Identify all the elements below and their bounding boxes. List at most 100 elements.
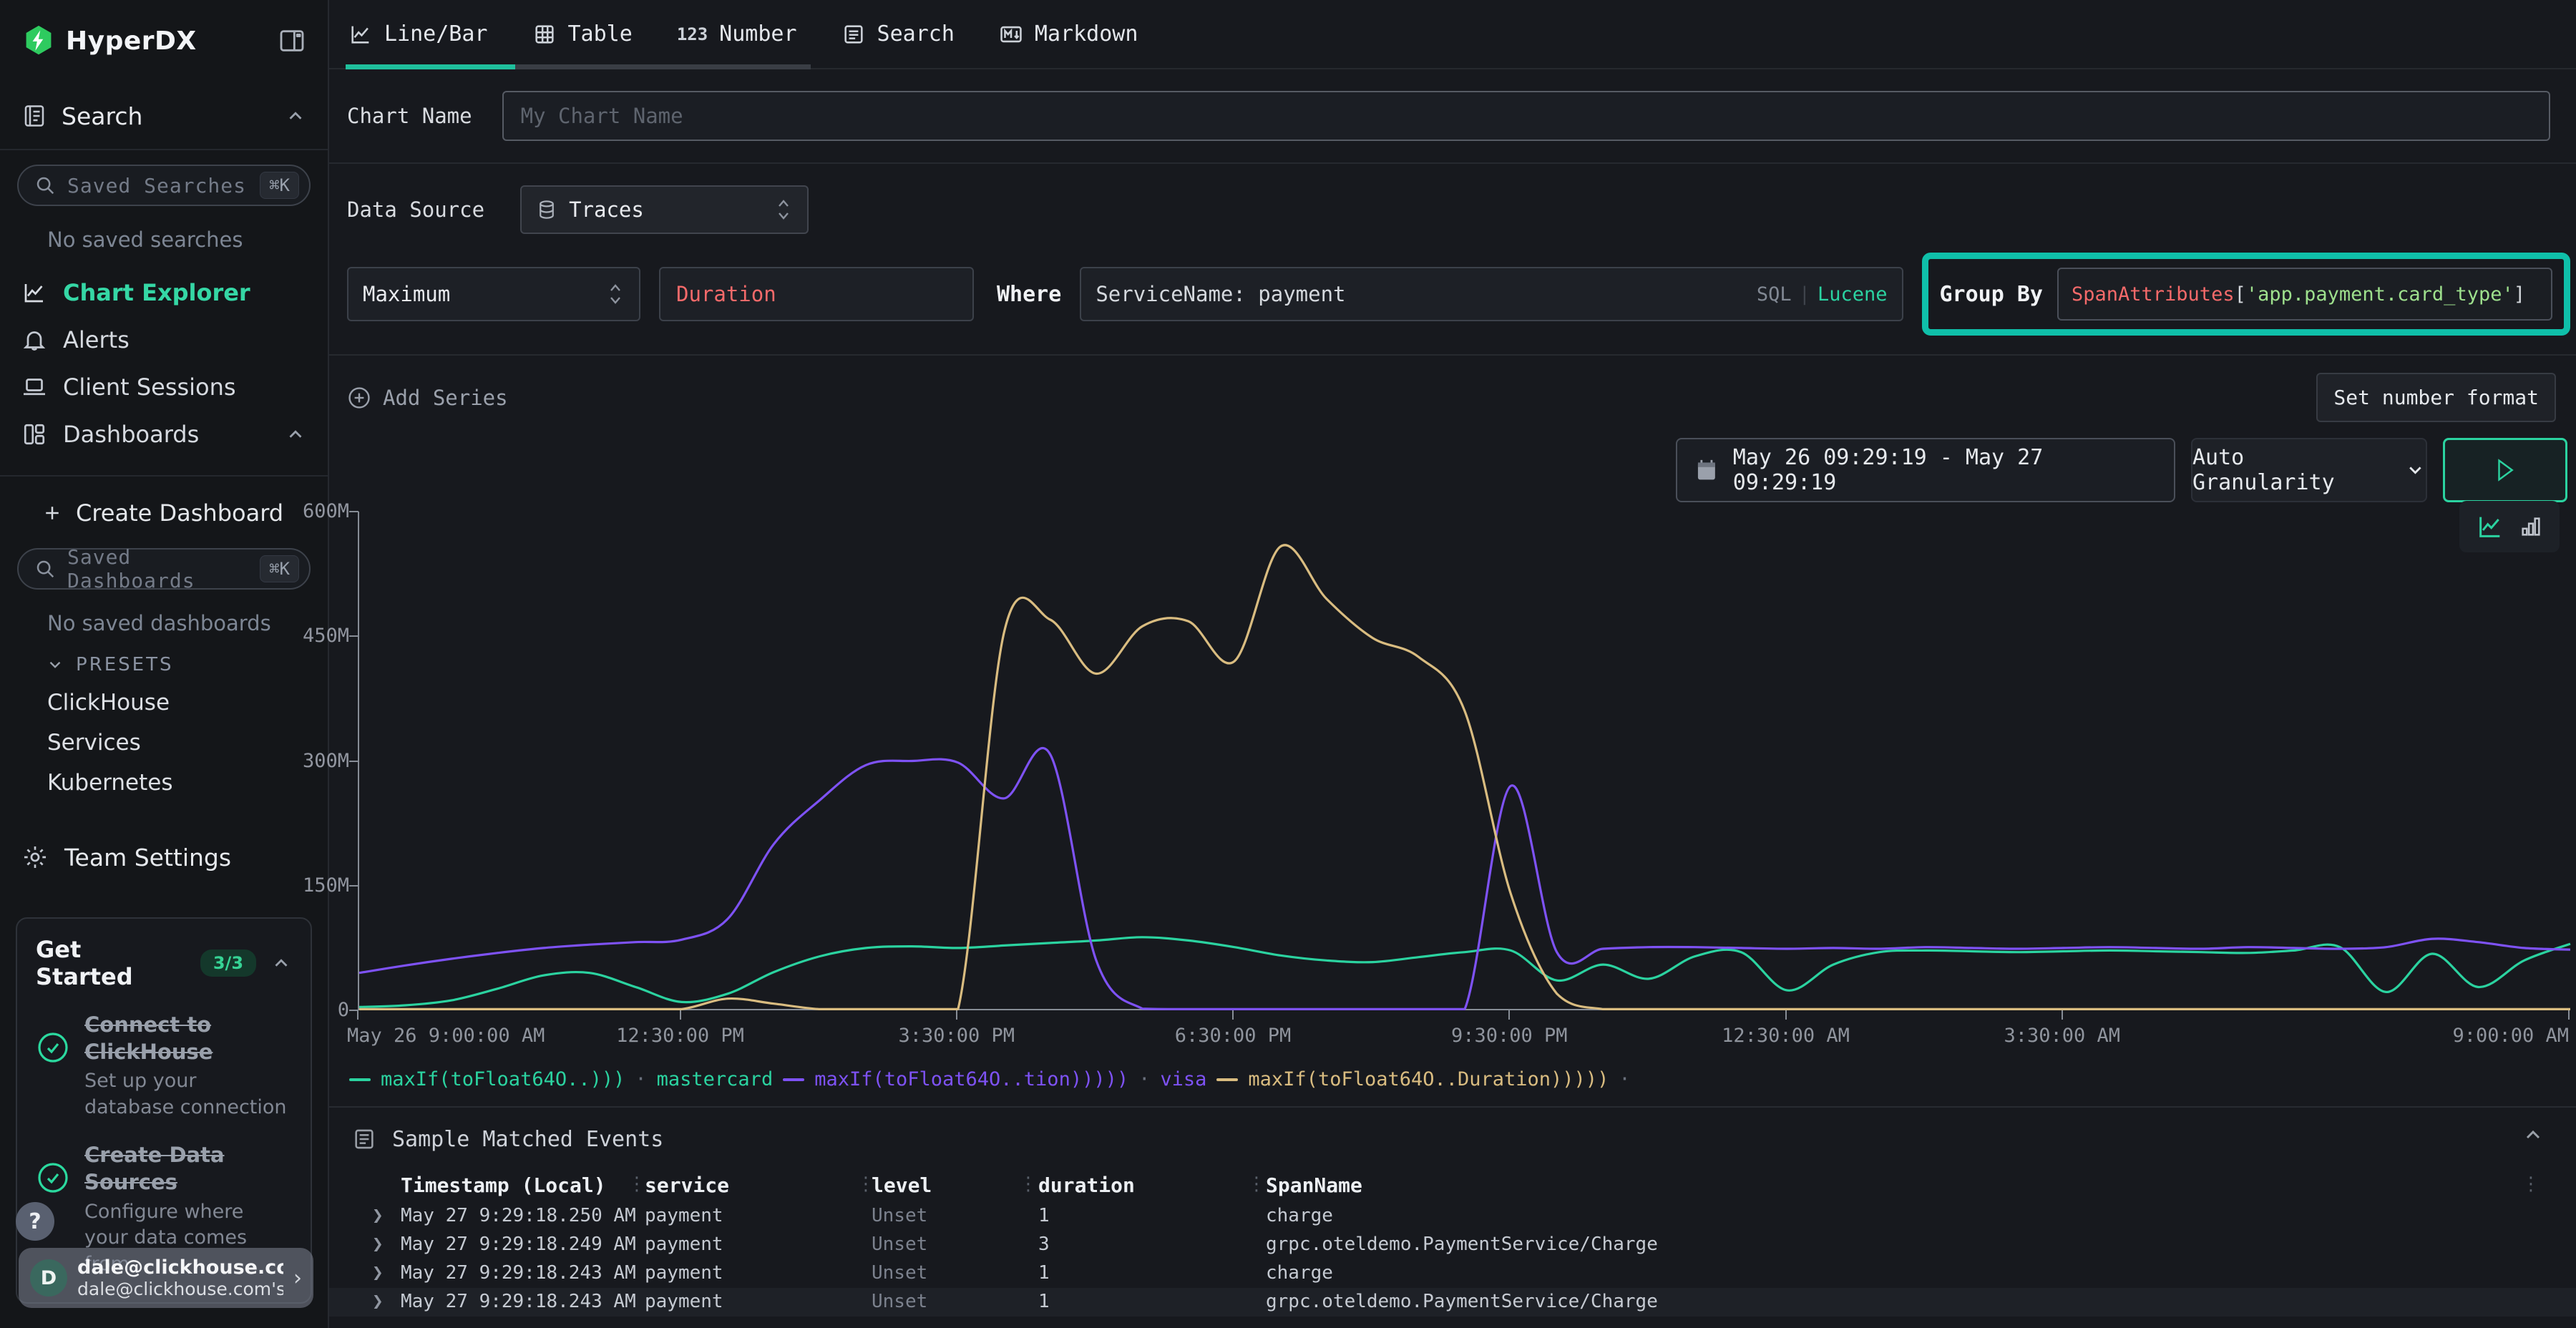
search-icon (34, 558, 56, 580)
tab-search[interactable]: Search (841, 21, 955, 47)
active-tab-indicator (346, 64, 515, 69)
checklist-item-connect[interactable]: Connect to ClickHouse Set up your databa… (36, 1012, 292, 1120)
group-by-input[interactable]: SpanAttributes['app.payment.card_type'] (2057, 268, 2552, 321)
column-resize-handle[interactable]: ⋮ (1247, 1173, 1266, 1195)
database-icon (536, 199, 557, 220)
granularity-select[interactable]: Auto Granularity (2191, 438, 2427, 502)
cell-service: payment (645, 1291, 723, 1312)
checklist-item-title: Connect to ClickHouse (84, 1012, 292, 1065)
x-axis-label: 9:00:00 AM (2452, 1025, 2569, 1047)
x-axis-tick (357, 1010, 358, 1020)
y-axis-label: 600M (263, 500, 349, 522)
x-axis-label: 12:30:00 PM (616, 1025, 744, 1047)
chevron-up-icon (285, 105, 306, 127)
legend-series-name: visa (1160, 1068, 1206, 1090)
group-by-function: SpanAttributes (2072, 283, 2235, 306)
sidebar-collapse-icon[interactable] (278, 26, 306, 55)
expand-row-icon[interactable]: ❯ (372, 1205, 384, 1226)
event-row[interactable]: ❯May 27 9:29:18.250 AMpaymentUnset1charg… (329, 1202, 2576, 1231)
sql-toggle[interactable]: SQL (1757, 283, 1792, 306)
sidebar-item-alerts[interactable]: Alerts (0, 316, 328, 363)
column-header-timestamp-local-[interactable]: Timestamp (Local) (401, 1173, 606, 1197)
hyperdx-logo-icon[interactable] (23, 24, 54, 57)
event-row[interactable]: ❯May 27 9:29:18.243 AMpaymentUnset1grpc.… (329, 1288, 2576, 1317)
expand-row-icon[interactable]: ❯ (372, 1234, 384, 1255)
divider (329, 354, 2576, 356)
preset-clickhouse[interactable]: ClickHouse (47, 690, 328, 716)
calendar-icon (1694, 458, 1719, 482)
shortcut-badge: ⌘K (260, 555, 299, 582)
set-number-format-button[interactable]: Set number format (2316, 373, 2556, 422)
y-axis-label: 450M (263, 625, 349, 647)
select-chevrons-icon (774, 197, 793, 222)
lucene-toggle[interactable]: Lucene (1818, 283, 1888, 306)
x-axis-tick (680, 1010, 681, 1020)
chart-name-label: Chart Name (347, 104, 472, 128)
preset-kubernetes[interactable]: Kubernetes (47, 770, 328, 796)
table-options-icon[interactable]: ⋮ (2522, 1173, 2540, 1195)
saved-dashboards-input[interactable]: Saved Dashboards ⌘K (17, 548, 311, 590)
help-button[interactable]: ? (16, 1202, 54, 1241)
saved-searches-placeholder: Saved Searches (67, 174, 248, 197)
main-content: Line/Bar Table 123 Number Search Markdow… (329, 0, 2576, 1328)
cell-span-name: grpc.oteldemo.PaymentService/Charge (1266, 1291, 1658, 1312)
add-series-button[interactable]: Add Series (347, 386, 508, 410)
date-range-picker[interactable]: May 26 09:29:19 - May 27 09:29:19 (1676, 438, 2175, 502)
where-input[interactable]: ServiceName: payment SQL|Lucene (1080, 267, 1903, 321)
saved-searches-input[interactable]: Saved Searches ⌘K (17, 165, 311, 206)
presets-header[interactable]: PRESETS (46, 654, 328, 675)
presets-label: PRESETS (76, 654, 174, 675)
field-input[interactable]: Duration (659, 267, 974, 321)
sidebar-item-client-sessions[interactable]: Client Sessions (0, 363, 328, 411)
bar-style-icon[interactable] (2519, 514, 2543, 539)
data-source-select[interactable]: Traces (520, 185, 809, 234)
cell-level: Unset (872, 1262, 927, 1284)
cell-timestamp: May 27 9:29:18.243 AM (401, 1262, 636, 1284)
line-style-icon[interactable] (2476, 512, 2504, 541)
shortcut-badge: ⌘K (260, 172, 299, 199)
x-axis-tick (1232, 1010, 1234, 1020)
event-row[interactable]: ❯May 27 9:29:18.249 AMpaymentUnset3grpc.… (329, 1231, 2576, 1259)
run-query-button[interactable] (2443, 438, 2567, 502)
sidebar-section-search[interactable]: Search (0, 100, 328, 132)
x-axis-label: 3:30:00 AM (2004, 1025, 2120, 1047)
event-row[interactable]: ❯May 27 9:29:18.243 AMpaymentUnset1charg… (329, 1259, 2576, 1288)
legend-item-mastercard[interactable]: maxIf(toFloat64O..)))·mastercard (349, 1068, 773, 1090)
user-subtitle: dale@clickhouse.com's (77, 1279, 283, 1299)
legend-item-unnamed[interactable]: maxIf(toFloat64O..Duration)))))· (1216, 1068, 1630, 1090)
tab-markdown[interactable]: Markdown (999, 21, 1138, 47)
column-header-duration[interactable]: duration (1038, 1173, 1135, 1197)
tab-line-bar[interactable]: Line/Bar (348, 21, 488, 47)
aggregation-select[interactable]: Maximum (347, 267, 640, 321)
column-header-level[interactable]: level (872, 1173, 932, 1197)
expand-row-icon[interactable]: ❯ (372, 1291, 384, 1312)
legend-swatch (1216, 1078, 1238, 1081)
column-header-spanname[interactable]: SpanName (1266, 1173, 1362, 1197)
sidebar-item-dashboards[interactable]: Dashboards (0, 411, 328, 458)
chart-plot[interactable] (358, 512, 2569, 1010)
gear-icon (21, 844, 49, 871)
plus-icon (42, 502, 63, 524)
get-started-header[interactable]: Get Started 3/3 (36, 936, 292, 990)
tab-table[interactable]: Table (532, 21, 633, 47)
expand-row-icon[interactable]: ❯ (372, 1262, 384, 1284)
app-title[interactable]: HyperDX (66, 26, 278, 56)
user-email: dale@clickhouse.com (77, 1256, 283, 1279)
cell-level: Unset (872, 1291, 927, 1312)
chart-lines (359, 512, 2570, 1010)
sidebar: HyperDX Search Saved Searches ⌘K No save… (0, 0, 329, 1328)
collapse-panel-icon[interactable] (2522, 1123, 2545, 1146)
tab-number[interactable]: 123 Number (677, 21, 797, 47)
cell-service: payment (645, 1262, 723, 1284)
column-resize-handle[interactable]: ⋮ (628, 1173, 646, 1195)
legend-item-visa[interactable]: maxIf(toFloat64O..tion)))))·visa (783, 1068, 1206, 1090)
column-resize-handle[interactable]: ⋮ (1019, 1173, 1038, 1195)
sidebar-item-chart-explorer[interactable]: Chart Explorer (0, 269, 328, 316)
sidebar-item-label: Alerts (63, 326, 306, 353)
team-settings-button[interactable]: Team Settings (0, 837, 328, 877)
column-header-service[interactable]: service (645, 1173, 729, 1197)
play-icon (2494, 458, 2516, 482)
column-resize-handle[interactable]: ⋮ (857, 1173, 875, 1195)
user-menu[interactable]: D dale@clickhouse.com dale@clickhouse.co… (19, 1248, 313, 1308)
chart-name-input[interactable] (502, 91, 2550, 141)
